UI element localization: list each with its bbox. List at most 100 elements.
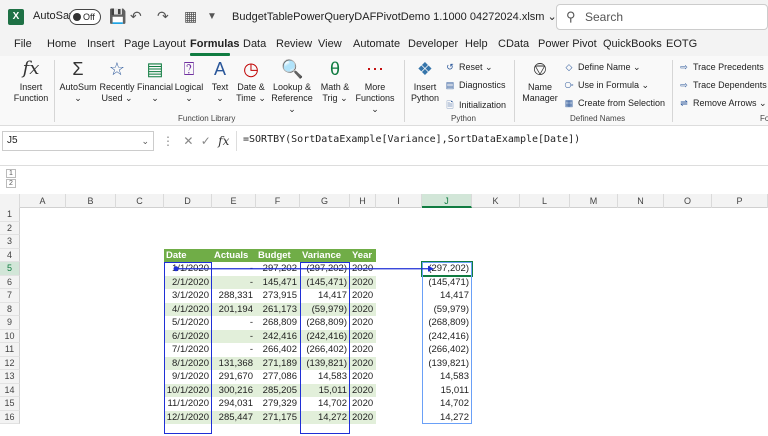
table-cell[interactable]: 291,670 [212,370,256,384]
define-name-button[interactable]: ◇ Define Name ⌄ [563,62,641,73]
tab-help[interactable]: Help [465,38,488,50]
column-header[interactable]: O [664,194,712,208]
diagnostics-button[interactable]: ▤ Diagnostics [444,80,506,91]
row-header[interactable]: 10 [0,329,20,343]
table-cell[interactable]: 271,175 [256,410,300,424]
cancel-icon[interactable]: ✕ [183,134,193,148]
table-cell[interactable]: 2020 [350,410,376,424]
tab-data[interactable]: Data [243,38,266,50]
row-header[interactable]: 3 [0,235,20,249]
row-header[interactable]: 13 [0,370,20,384]
table-cell[interactable]: 2020 [350,356,376,370]
column-header[interactable]: B [66,194,116,208]
reset-button[interactable]: ↺ Reset ⌄ [444,62,492,73]
table-cell[interactable]: - [212,316,256,330]
table-header-cell[interactable]: Year [350,248,376,262]
outline-level-2-button[interactable]: 2 [6,179,16,188]
table-cell[interactable]: 2020 [350,370,376,384]
column-header[interactable]: C [116,194,164,208]
table-cell[interactable]: 273,915 [256,289,300,303]
trace-dependents-button[interactable]: ⇨ Trace Dependents [678,80,767,91]
row-header[interactable]: 8 [0,302,20,316]
save-icon[interactable]: 💾 [109,8,126,25]
row-header[interactable]: 6 [0,275,20,289]
more-functions-button[interactable]: ⋯ More Functions ⌄ [352,58,398,115]
row-header[interactable]: 16 [0,410,20,424]
column-header[interactable]: A [20,194,66,208]
table-header-cell[interactable]: Variance [300,248,350,262]
row-header[interactable]: 12 [0,356,20,370]
logical-button[interactable]: ⍰ Logical ⌄ [174,58,204,104]
tab-page-layout[interactable]: Page Layout [124,38,186,50]
table-cell[interactable]: 2020 [350,289,376,303]
table-cell[interactable]: 2020 [350,302,376,316]
row-header[interactable]: 9 [0,316,20,330]
recently-used-button[interactable]: ☆ Recently Used ⌄ [98,58,136,104]
customize-toolbar-icon[interactable]: ▼ [207,11,217,22]
undo-icon[interactable]: ↶ [130,8,142,25]
autosum-button[interactable]: Σ AutoSum ⌄ [59,58,97,104]
table-cell[interactable]: 288,331 [212,289,256,303]
insert-function-button[interactable]: fx Insert Function [10,58,52,104]
tab-eotg[interactable]: EOTG [666,38,697,50]
table-cell[interactable]: 294,031 [212,397,256,411]
column-header[interactable]: L [520,194,570,208]
table-cell[interactable]: 145,471 [256,275,300,289]
table-cell[interactable]: 297,202 [256,262,300,276]
table-cell[interactable]: 2020 [350,329,376,343]
table-cell[interactable]: 268,809 [256,316,300,330]
tab-developer[interactable]: Developer [408,38,458,50]
use-in-formula-button[interactable]: ⧂ Use in Formula ⌄ [563,80,649,91]
row-header[interactable]: 4 [0,248,20,262]
table-cell[interactable]: 266,402 [256,343,300,357]
row-header[interactable]: 7 [0,289,20,303]
more-icon[interactable]: ⋮ [162,134,174,148]
search-box[interactable]: ⚲ Search [556,4,768,30]
tab-home[interactable]: Home [47,38,76,50]
column-header[interactable]: D [164,194,212,208]
table-cell[interactable]: - [212,275,256,289]
column-header[interactable]: G [300,194,350,208]
form-icon[interactable]: ▦ [184,8,197,25]
tab-file[interactable]: File [14,38,32,50]
column-header[interactable]: H [350,194,376,208]
name-manager-button[interactable]: ⎊ Name Manager [520,58,560,104]
confirm-icon[interactable]: ✓ [201,134,211,148]
document-title[interactable]: BudgetTablePowerQueryDAFPivotDemo 1.1000… [232,10,557,23]
outline-level-1-button[interactable]: 1 [6,169,16,178]
math-trig-button[interactable]: θ Math & Trig ⌄ [316,58,354,104]
column-header[interactable]: N [618,194,664,208]
text-button[interactable]: A Text ⌄ [207,58,233,104]
table-cell[interactable]: 2020 [350,316,376,330]
tab-formulas[interactable]: Formulas [190,38,240,50]
table-header-cell[interactable]: Budget [256,248,300,262]
remove-arrows-button[interactable]: ⇌ Remove Arrows ⌄ [678,98,766,109]
table-cell[interactable]: 2020 [350,262,376,276]
table-cell[interactable]: 279,329 [256,397,300,411]
redo-icon[interactable]: ↷ [157,8,169,25]
column-header[interactable]: I [376,194,422,208]
table-cell[interactable]: 2020 [350,275,376,289]
insert-python-button[interactable]: ❖ Insert Python [409,58,441,104]
table-cell[interactable]: 2020 [350,383,376,397]
row-header[interactable]: 5 [0,262,20,276]
column-header[interactable]: P [712,194,768,208]
row-header[interactable]: 14 [0,383,20,397]
table-cell[interactable]: 277,086 [256,370,300,384]
tab-quickbooks[interactable]: QuickBooks [603,38,662,50]
tab-power-pivot[interactable]: Power Pivot [538,38,597,50]
autosave-toggle[interactable]: Off [69,9,101,25]
formula-input[interactable]: =SORTBY(SortDataExample[Variance],SortDa… [236,131,768,151]
column-header[interactable]: M [570,194,618,208]
table-cell[interactable]: 2020 [350,343,376,357]
table-header-cell[interactable]: Date [164,248,212,262]
column-header[interactable]: E [212,194,256,208]
initialization-button[interactable]: 🗎 Initialization [444,98,506,114]
table-cell[interactable]: 2020 [350,397,376,411]
table-cell[interactable]: 261,173 [256,302,300,316]
row-header[interactable]: 15 [0,397,20,411]
tab-review[interactable]: Review [276,38,312,50]
tab-view[interactable]: View [318,38,342,50]
row-header[interactable]: 1 [0,208,20,222]
table-cell[interactable]: - [212,343,256,357]
